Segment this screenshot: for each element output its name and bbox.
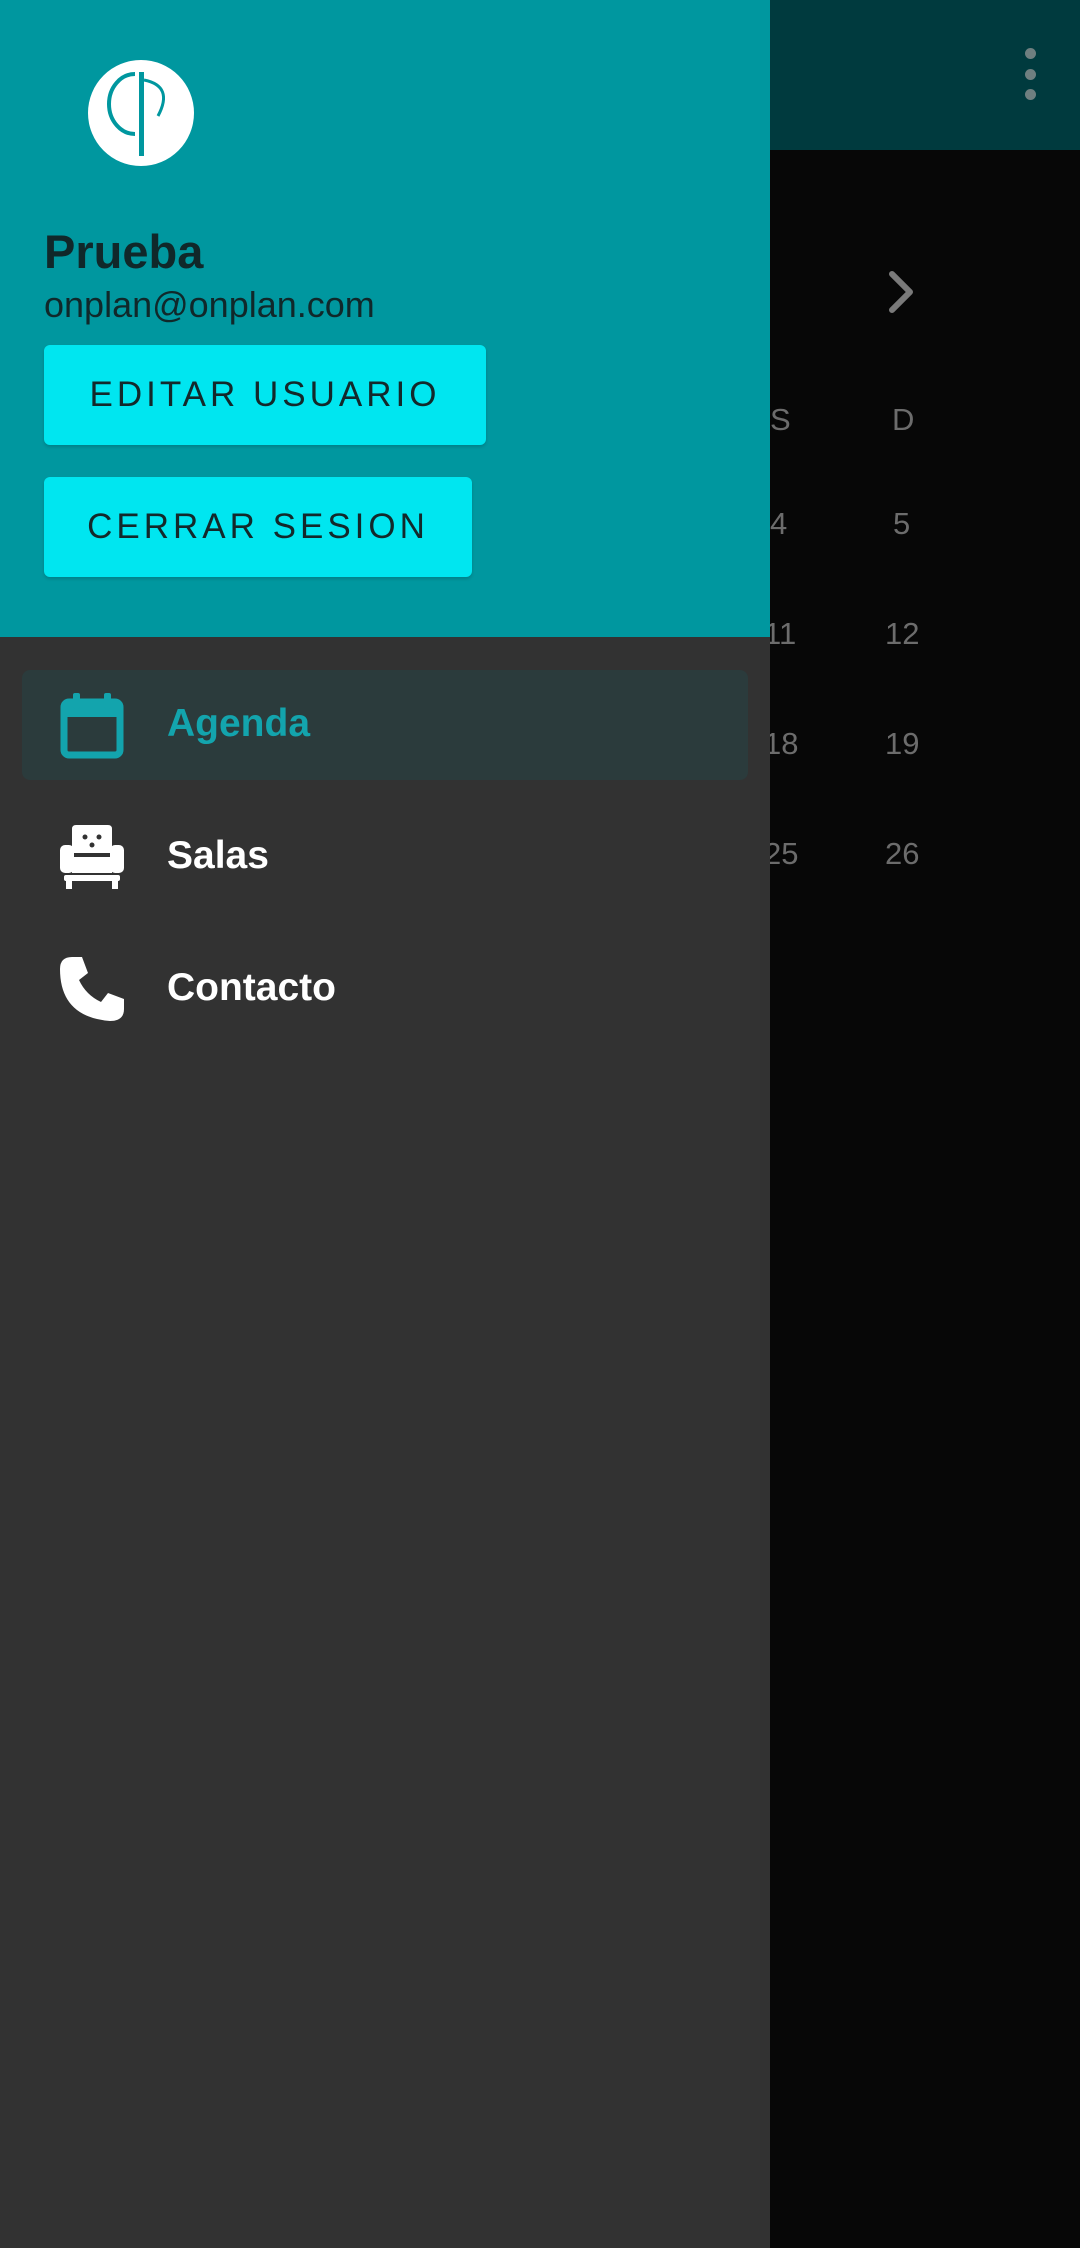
menu-item-label: Contacto bbox=[167, 966, 336, 1009]
phone-icon bbox=[60, 957, 124, 1021]
edit-user-button[interactable]: EDITAR USUARIO bbox=[44, 345, 486, 445]
drawer-header: Prueba onplan@onplan.com EDITAR USUARIO … bbox=[0, 0, 770, 637]
calendar-icon bbox=[60, 693, 124, 759]
menu-item-agenda[interactable]: Agenda bbox=[22, 670, 748, 780]
menu-item-label: Agenda bbox=[167, 702, 311, 745]
more-options-icon[interactable] bbox=[1018, 48, 1042, 100]
next-month-icon[interactable] bbox=[882, 268, 922, 316]
calendar-day[interactable]: 12 bbox=[885, 616, 919, 652]
logout-button[interactable]: CERRAR SESION bbox=[44, 477, 472, 577]
menu-item-salas[interactable]: Salas bbox=[22, 802, 748, 912]
armchair-icon bbox=[60, 825, 124, 889]
menu-item-label: Salas bbox=[167, 834, 269, 877]
menu-item-contacto[interactable]: Contacto bbox=[22, 934, 748, 1044]
calendar-day[interactable]: 19 bbox=[885, 726, 919, 762]
weekday-saturday: S bbox=[770, 402, 791, 437]
weekday-sunday: D bbox=[892, 402, 915, 437]
navigation-drawer: Prueba onplan@onplan.com EDITAR USUARIO … bbox=[0, 0, 770, 2248]
user-name: Prueba bbox=[44, 225, 204, 278]
calendar-day[interactable]: 4 bbox=[770, 506, 787, 542]
calendar-day[interactable]: 5 bbox=[893, 506, 910, 542]
app-logo bbox=[88, 60, 194, 166]
user-email: onplan@onplan.com bbox=[44, 284, 375, 325]
calendar-day[interactable]: 26 bbox=[885, 836, 919, 872]
